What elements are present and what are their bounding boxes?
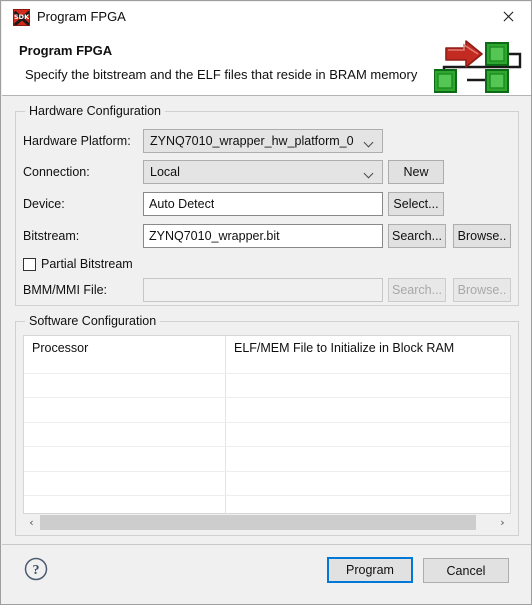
cell-elf-mem-file bbox=[226, 496, 510, 513]
table-row[interactable] bbox=[24, 470, 510, 495]
connection-label: Connection: bbox=[23, 165, 90, 179]
partial-bitstream-checkbox-row[interactable]: Partial Bitstream bbox=[23, 255, 133, 273]
partial-bitstream-label: Partial Bitstream bbox=[41, 257, 133, 271]
cell-elf-mem-file bbox=[226, 374, 510, 397]
bmm-mmi-label: BMM/MMI File: bbox=[23, 283, 108, 297]
scrollbar-track[interactable] bbox=[40, 514, 494, 531]
cell-processor bbox=[24, 422, 226, 447]
bitstream-browse-button[interactable]: Browse.. bbox=[453, 224, 511, 248]
page-title: Program FPGA bbox=[19, 43, 113, 58]
connection-combo[interactable]: Local bbox=[143, 160, 383, 184]
close-icon[interactable] bbox=[487, 2, 531, 32]
connection-value: Local bbox=[150, 165, 180, 179]
bitstream-input[interactable]: ZYNQ7010_wrapper.bit bbox=[143, 224, 383, 248]
scroll-right-arrow-icon[interactable]: › bbox=[494, 514, 511, 531]
table-row[interactable] bbox=[24, 494, 510, 513]
program-fpga-dialog: SDK Program FPGA Program FPGA Specify th… bbox=[0, 0, 532, 605]
table-row[interactable] bbox=[24, 373, 510, 398]
table-horizontal-scrollbar[interactable]: ‹ › bbox=[23, 514, 511, 531]
hardware-configuration-group-title: Hardware Configuration bbox=[25, 104, 166, 118]
svg-text:?: ? bbox=[33, 563, 40, 578]
sdk-icon: SDK bbox=[13, 9, 30, 26]
cancel-button[interactable]: Cancel bbox=[423, 558, 509, 583]
hardware-platform-value: ZYNQ7010_wrapper_hw_platform_0 bbox=[150, 134, 354, 148]
cell-processor bbox=[24, 398, 226, 422]
table-header-row: Processor ELF/MEM File to Initialize in … bbox=[24, 336, 510, 373]
column-header-elf-mem-file[interactable]: ELF/MEM File to Initialize in Block RAM bbox=[226, 336, 510, 373]
bmm-mmi-search-button: Search... bbox=[388, 278, 446, 302]
device-value: Auto Detect bbox=[149, 197, 215, 211]
cell-elf-mem-file bbox=[226, 398, 510, 421]
scrollbar-thumb[interactable] bbox=[40, 515, 476, 530]
device-select-button[interactable]: Select... bbox=[388, 192, 444, 216]
window-title: Program FPGA bbox=[37, 9, 126, 24]
bmm-mmi-browse-button: Browse.. bbox=[453, 278, 511, 302]
device-label: Device: bbox=[23, 197, 65, 211]
device-input[interactable]: Auto Detect bbox=[143, 192, 383, 216]
new-connection-button[interactable]: New bbox=[388, 160, 444, 184]
column-header-processor[interactable]: Processor bbox=[24, 336, 226, 373]
title-bar: SDK Program FPGA bbox=[2, 2, 531, 32]
bitstream-label: Bitstream: bbox=[23, 229, 80, 243]
software-configuration-table[interactable]: Processor ELF/MEM File to Initialize in … bbox=[23, 335, 511, 514]
hardware-platform-label: Hardware Platform: bbox=[23, 134, 131, 148]
bitstream-value: ZYNQ7010_wrapper.bit bbox=[149, 229, 280, 243]
cell-elf-mem-file bbox=[226, 423, 510, 446]
table-row[interactable] bbox=[24, 397, 510, 422]
program-button[interactable]: Program bbox=[327, 557, 413, 583]
cell-processor bbox=[24, 447, 226, 471]
chevron-down-icon bbox=[365, 169, 374, 178]
hardware-platform-combo[interactable]: ZYNQ7010_wrapper_hw_platform_0 bbox=[143, 129, 383, 153]
table-row[interactable] bbox=[24, 446, 510, 471]
cell-elf-mem-file bbox=[226, 447, 510, 470]
help-icon[interactable]: ? bbox=[23, 556, 49, 582]
dialog-header: Program FPGA Specify the bitstream and t… bbox=[2, 32, 531, 96]
cell-processor bbox=[24, 495, 226, 513]
fpga-flow-diagram-icon bbox=[434, 40, 522, 93]
table-row[interactable] bbox=[24, 421, 510, 447]
footer-divider bbox=[2, 544, 531, 545]
bmm-mmi-input bbox=[143, 278, 383, 302]
page-description: Specify the bitstream and the ELF files … bbox=[25, 67, 418, 82]
scroll-left-arrow-icon[interactable]: ‹ bbox=[23, 514, 40, 531]
cell-processor bbox=[24, 471, 226, 495]
bitstream-search-button[interactable]: Search... bbox=[388, 224, 446, 248]
chevron-down-icon bbox=[365, 138, 374, 147]
cell-elf-mem-file bbox=[226, 472, 510, 495]
partial-bitstream-checkbox[interactable] bbox=[23, 257, 36, 271]
software-configuration-group-title: Software Configuration bbox=[25, 314, 161, 328]
cell-processor bbox=[24, 374, 226, 398]
